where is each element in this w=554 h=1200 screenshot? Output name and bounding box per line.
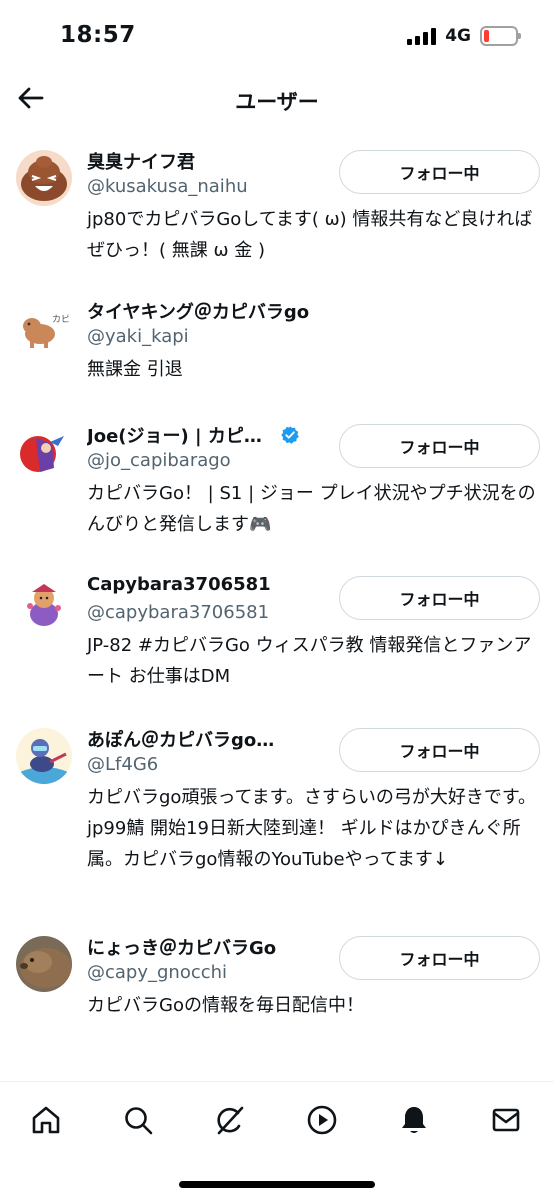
user-bio: JP-82 #カピバラGo ウィスパラ教 情報発信とファンアート お仕事はDM	[87, 635, 532, 687]
user-handle[interactable]: @capy_gnocchi	[87, 962, 227, 983]
bottom-nav	[0, 1081, 554, 1200]
user-name[interactable]: にょっき＠カピバラGo	[87, 934, 276, 960]
user-name[interactable]: Joe(ジョー) | カピ…	[87, 422, 262, 448]
nav-messages[interactable]	[486, 1100, 526, 1140]
verified-badge-icon	[281, 426, 299, 444]
user-bio: 無課金 引退	[87, 359, 183, 380]
user-bio: カピバラgo頑張ってます。さすらいの弓が大好きです。jp99鯖 開始19日新大陸…	[87, 787, 537, 870]
network-label: 4G	[445, 26, 471, 46]
user-name-row: Joe(ジョー) | カピ…	[87, 422, 300, 448]
user-name-row: あぽん＠カピバラgo鯖99	[87, 726, 287, 752]
user-name-row: タイヤキング＠カピバラgo	[87, 298, 309, 324]
following-button[interactable]: フォロー中	[339, 150, 540, 194]
following-button[interactable]: フォロー中	[339, 576, 540, 620]
avatar[interactable]	[16, 728, 72, 784]
user-handle[interactable]: @kusakusa_naihu	[87, 176, 248, 197]
following-button[interactable]: フォロー中	[339, 424, 540, 468]
user-bio: カピバラGoの情報を毎日配信中！	[87, 995, 364, 1016]
user-name-row: 臭臭ナイフ君	[87, 148, 195, 174]
home-indicator[interactable]	[179, 1181, 375, 1188]
svg-text:カピ: カピ	[52, 314, 70, 325]
search-icon	[125, 1107, 153, 1135]
nav-grok[interactable]	[210, 1100, 250, 1140]
status-indicators: 4G	[407, 26, 521, 46]
user-name-row: にょっき＠カピバラGo	[87, 934, 276, 960]
signal-icon	[407, 27, 437, 45]
avatar[interactable]	[16, 424, 72, 480]
nav-home[interactable]	[26, 1100, 66, 1140]
user-name[interactable]: あぽん＠カピバラgo鯖99	[87, 726, 287, 752]
user-name[interactable]: 臭臭ナイフ君	[87, 148, 195, 174]
battery-icon	[480, 26, 521, 46]
home-icon	[32, 1106, 60, 1134]
messages-icon	[492, 1108, 520, 1132]
nav-search[interactable]	[118, 1100, 158, 1140]
page-header: ユーザー	[0, 70, 554, 130]
following-button[interactable]: フォロー中	[339, 936, 540, 980]
avatar[interactable]	[16, 936, 72, 992]
status-time: 18:57	[60, 22, 136, 48]
user-name[interactable]: Capybara3706581	[87, 574, 271, 595]
user-handle[interactable]: @yaki_kapi	[87, 326, 189, 347]
battery-level	[484, 30, 489, 42]
user-handle[interactable]: @capybara3706581	[87, 602, 269, 623]
nav-video[interactable]	[302, 1100, 342, 1140]
avatar[interactable]	[16, 576, 72, 632]
grok-icon	[217, 1106, 244, 1135]
avatar[interactable]: カピ	[16, 300, 72, 356]
avatar[interactable]	[16, 150, 72, 206]
user-handle[interactable]: @jo_capibarago	[87, 450, 231, 471]
user-bio: jp80でカピバラGoしてます( ω) 情報共有など良ければぜひっ！( 無課 ω…	[87, 209, 533, 261]
user-name-row: Capybara3706581	[87, 574, 271, 595]
video-icon	[307, 1105, 337, 1135]
user-handle[interactable]: @Lf4G6	[87, 754, 158, 775]
user-name[interactable]: タイヤキング＠カピバラgo	[87, 298, 309, 324]
notifications-icon	[402, 1107, 426, 1133]
following-button[interactable]: フォロー中	[339, 728, 540, 772]
nav-notifications[interactable]	[394, 1100, 434, 1140]
status-bar: 18:57 4G	[0, 0, 554, 70]
page-title: ユーザー	[235, 90, 319, 114]
user-bio: カピバラGo！ | S1 | ジョー プレイ状況やプチ状況をのんびりと発信します…	[87, 483, 536, 535]
